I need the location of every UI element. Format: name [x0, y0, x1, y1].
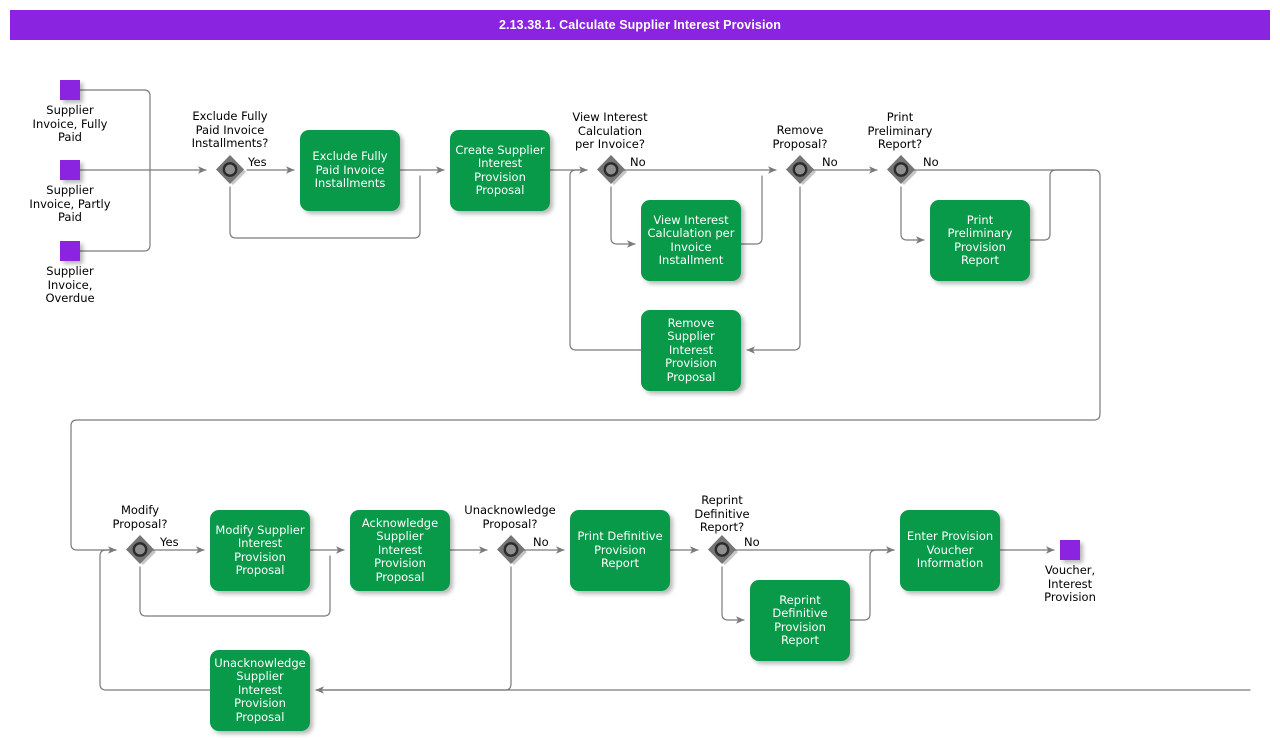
flowchart-canvas: 2.13.38.1. Calculate Supplier Interest P… — [0, 0, 1280, 740]
gw-exclude-fully-paid-invoice-installments-question: Exclude Fully Paid Invoice Installments? — [191, 109, 269, 150]
task-print-definitive-provision-report[interactable]: Print Definitive Provision Report — [570, 510, 670, 591]
gw-unacknowledge-proposal-question: Unacknowledge Proposal? — [464, 503, 556, 531]
gw-view-interest-calculation-per-invoice-question: View Interest Calculation per Invoice? — [572, 110, 648, 151]
gateway-diamond-icon — [126, 535, 156, 565]
gateway-diamond-icon — [216, 155, 246, 185]
task-remove-supplier-interest-provision-proposal[interactable]: Remove Supplier Interest Provision Propo… — [641, 310, 741, 391]
task-create-supplier-interest-provision-proposal[interactable]: Create Supplier Interest Provision Propo… — [450, 130, 550, 211]
gw-view-interest-calculation-per-invoice[interactable] — [594, 153, 628, 187]
gw-modify-proposal-question: Modify Proposal? — [112, 503, 168, 531]
ev-supplier-invoice-fully-paid[interactable] — [60, 80, 80, 100]
task-label: View Interest Calculation per Invoice In… — [647, 212, 735, 267]
gw-remove-proposal-branch-label: No — [822, 155, 838, 169]
gateway-diamond-icon — [597, 155, 627, 185]
task-label: Acknowledge Supplier Interest Provision … — [361, 515, 439, 584]
task-unacknowledge-supplier-interest-provision-proposal[interactable]: Unacknowledge Supplier Interest Provisio… — [210, 650, 310, 731]
gw-view-interest-calculation-per-invoice-branch-label: No — [630, 155, 646, 169]
task-label: Enter Provision Voucher Information — [906, 529, 994, 571]
gw-exclude-fully-paid-invoice-installments[interactable] — [213, 153, 247, 187]
gw-reprint-definitive-report[interactable] — [705, 533, 739, 567]
gateway-diamond-icon — [887, 155, 917, 185]
task-label: Modify Supplier Interest Provision Propo… — [215, 522, 305, 577]
gw-reprint-definitive-report-branch-label: No — [744, 535, 760, 549]
task-label: Exclude Fully Paid Invoice Installments — [312, 149, 388, 191]
node-layer: Exclude Fully Paid Invoice Installments C… — [0, 0, 1280, 740]
gw-unacknowledge-proposal[interactable] — [494, 533, 528, 567]
ev-supplier-invoice-overdue-label: Supplier Invoice, Overdue — [45, 264, 95, 305]
gw-exclude-fully-paid-invoice-installments-branch-label: Yes — [248, 155, 267, 169]
gw-remove-proposal[interactable] — [783, 153, 817, 187]
gateway-diamond-icon — [786, 155, 816, 185]
task-label: Remove Supplier Interest Provision Propo… — [665, 315, 717, 384]
gw-print-preliminary-report-question: Print Preliminary Report? — [867, 110, 933, 151]
task-label: Reprint Definitive Provision Report — [772, 592, 828, 647]
ev-voucher-interest-provision-label: Voucher, Interest Provision — [1044, 563, 1096, 604]
gw-modify-proposal-branch-label: Yes — [160, 535, 179, 549]
ev-supplier-invoice-partly-paid[interactable] — [60, 160, 80, 180]
ev-supplier-invoice-partly-paid-label: Supplier Invoice, Partly Paid — [29, 183, 111, 224]
task-print-preliminary-provision-report[interactable]: Print Preliminary Provision Report — [930, 200, 1030, 281]
task-reprint-definitive-provision-report[interactable]: Reprint Definitive Provision Report — [750, 580, 850, 661]
task-label: Create Supplier Interest Provision Propo… — [455, 142, 545, 197]
task-view-interest-calculation-per-invoice-installment[interactable]: View Interest Calculation per Invoice In… — [641, 200, 741, 281]
gateway-diamond-icon — [497, 535, 527, 565]
ev-voucher-interest-provision[interactable] — [1060, 540, 1080, 560]
task-label: Unacknowledge Supplier Interest Provisio… — [214, 655, 306, 724]
gateway-diamond-icon — [708, 535, 738, 565]
gw-unacknowledge-proposal-branch-label: No — [533, 535, 549, 549]
gw-modify-proposal[interactable] — [123, 533, 157, 567]
ev-supplier-invoice-overdue[interactable] — [60, 241, 80, 261]
task-modify-supplier-interest-provision-proposal[interactable]: Modify Supplier Interest Provision Propo… — [210, 510, 310, 591]
ev-supplier-invoice-fully-paid-label: Supplier Invoice, Fully Paid — [32, 103, 108, 144]
gw-print-preliminary-report-branch-label: No — [923, 155, 939, 169]
task-label: Print Preliminary Provision Report — [947, 212, 1013, 267]
gw-reprint-definitive-report-question: Reprint Definitive Report? — [694, 493, 750, 534]
task-exclude-fully-paid-invoice-installments[interactable]: Exclude Fully Paid Invoice Installments — [300, 130, 400, 211]
task-label: Print Definitive Provision Report — [577, 529, 663, 571]
gw-print-preliminary-report[interactable] — [884, 153, 918, 187]
task-acknowledge-supplier-interest-provision-proposal[interactable]: Acknowledge Supplier Interest Provision … — [350, 510, 450, 591]
task-enter-provision-voucher-information[interactable]: Enter Provision Voucher Information — [900, 510, 1000, 591]
